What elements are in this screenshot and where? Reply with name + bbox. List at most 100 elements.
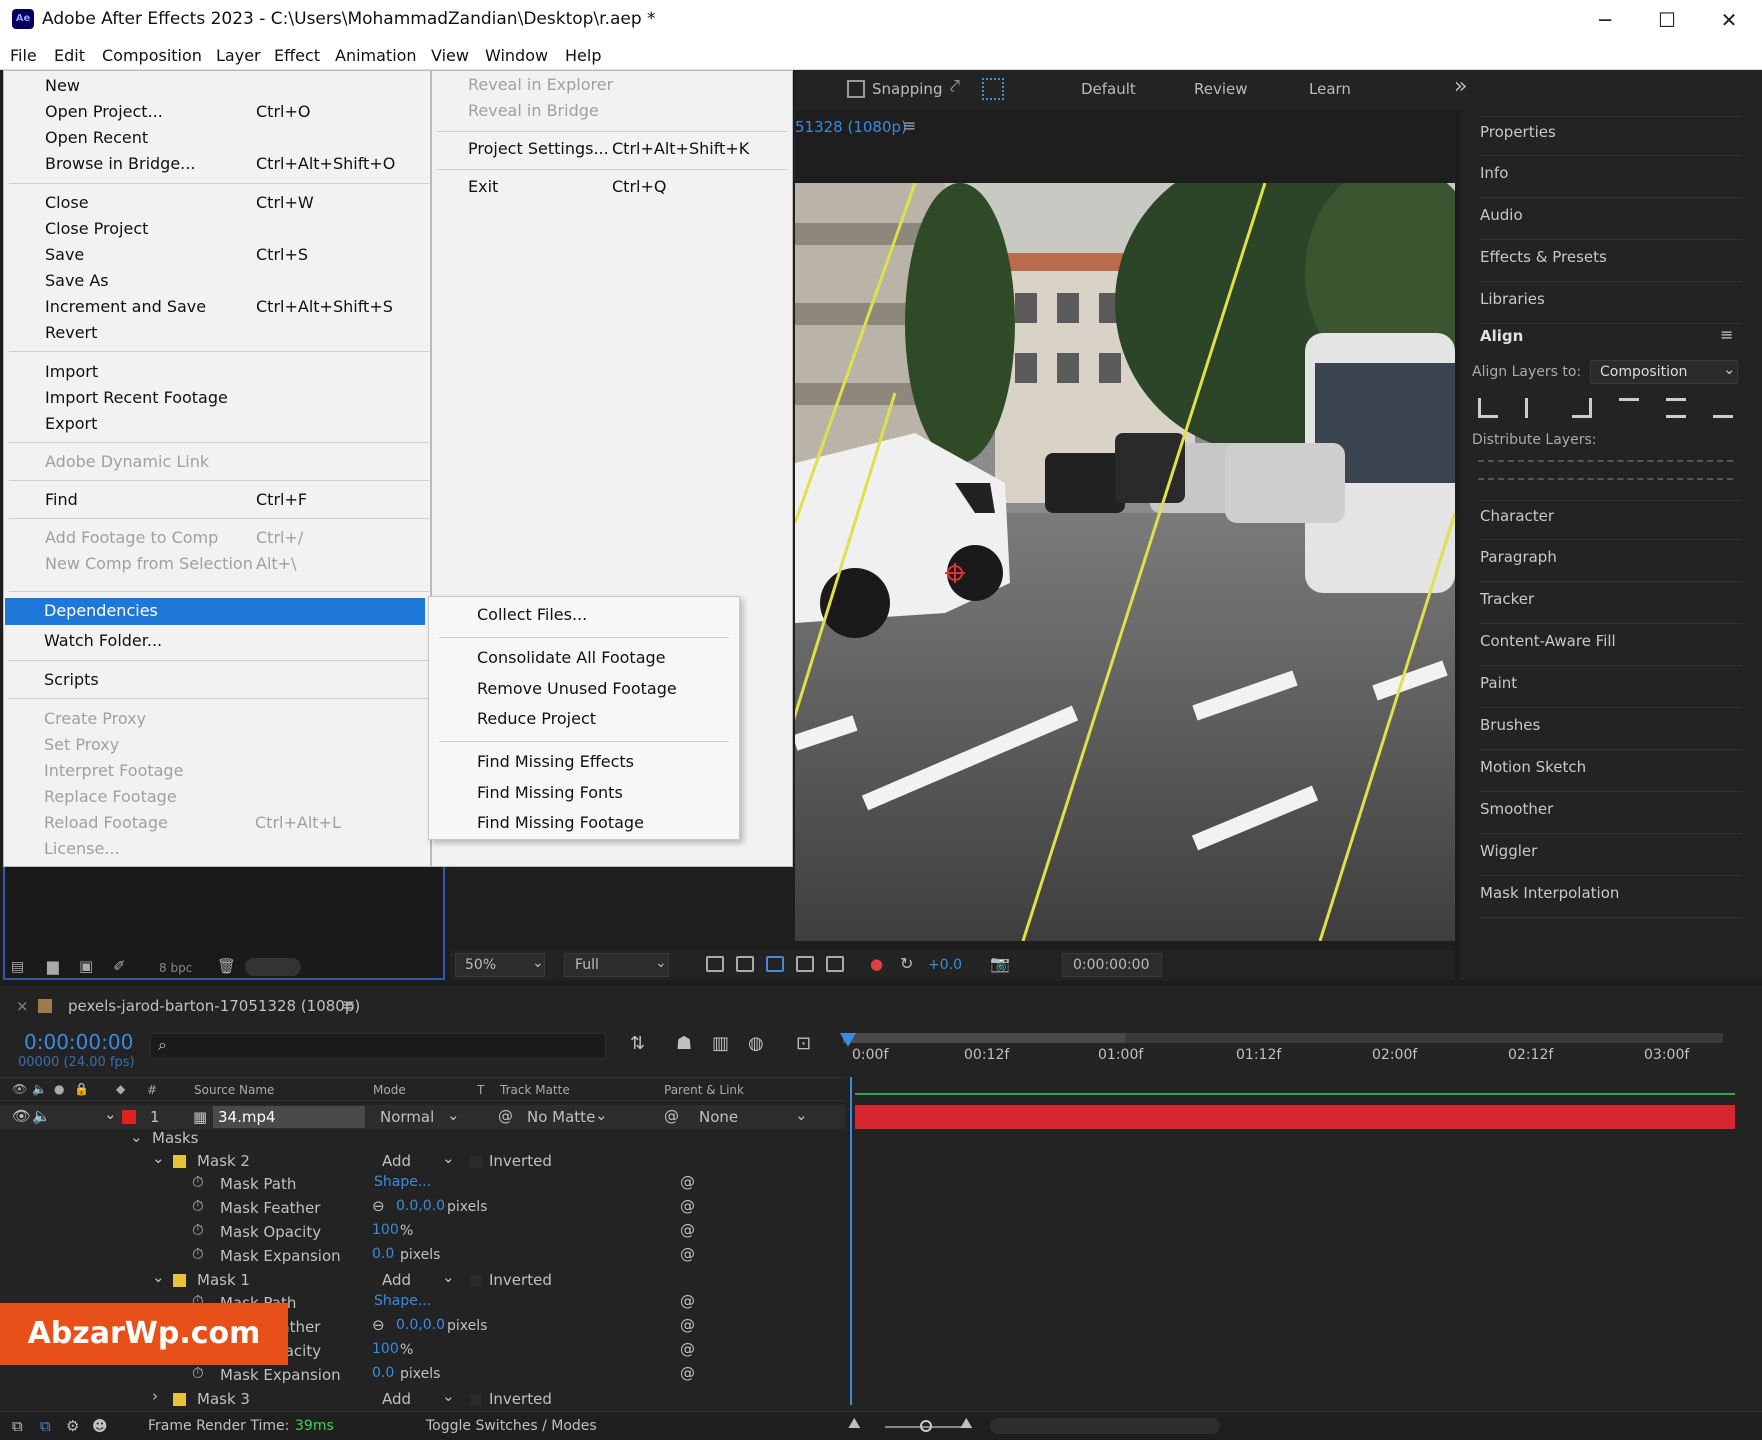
playhead-marker[interactable]: [840, 1033, 856, 1047]
mask-1-name[interactable]: Mask 1: [197, 1271, 250, 1289]
menu-item-watch-folder[interactable]: Watch Folder...: [3, 628, 427, 654]
panel-content-aware-fill[interactable]: Content-Aware Fill: [1480, 626, 1742, 666]
panel-audio[interactable]: Audio: [1480, 200, 1742, 240]
panel-menu-icon[interactable]: ≡: [903, 116, 916, 135]
project-settings-icon[interactable]: ✐: [113, 957, 126, 975]
lock-icon[interactable]: 🔒: [74, 1082, 89, 1096]
composition-tab[interactable]: 51328 (1080p): [795, 118, 907, 136]
chevron-right-icon[interactable]: ›: [152, 1387, 158, 1405]
menu-item-find[interactable]: Find Ctrl+F: [4, 487, 428, 513]
maximize-button[interactable]: ☐: [1642, 4, 1692, 36]
trash-icon[interactable]: 🗑: [217, 957, 236, 975]
composition-mini-flowchart-icon[interactable]: ⇅: [630, 1033, 645, 1054]
mask-2-name[interactable]: Mask 2: [197, 1152, 250, 1170]
layer-name[interactable]: 34.mp4: [218, 1108, 276, 1126]
comp-flowchart-icon[interactable]: ⧉: [12, 1417, 23, 1435]
panel-brushes[interactable]: Brushes: [1480, 710, 1742, 750]
menu-item-exit[interactable]: Exit: [468, 177, 498, 196]
menu-item-close-project[interactable]: Close Project: [4, 216, 428, 242]
submenu-remove-unused-footage[interactable]: Remove Unused Footage: [477, 679, 677, 698]
snapshot-camera-icon[interactable]: 📷: [990, 954, 1010, 973]
menu-item-dependencies[interactable]: Dependencies: [44, 601, 158, 620]
mask-1-path-value[interactable]: Shape...: [374, 1293, 431, 1309]
mask-1-expansion-value[interactable]: 0.0: [372, 1365, 394, 1381]
expression-pickwhip-icon[interactable]: @: [680, 1340, 695, 1358]
align-to-dropdown[interactable]: Composition: [1600, 364, 1687, 380]
color-channels-icon[interactable]: ●: [870, 955, 883, 973]
mask-2-path-value[interactable]: Shape...: [374, 1174, 431, 1190]
zoom-out-icon[interactable]: ⛰: [848, 1414, 861, 1432]
snapping-checkbox[interactable]: [847, 80, 865, 98]
panel-tracker[interactable]: Tracker: [1480, 584, 1742, 624]
menu-item-new[interactable]: New: [4, 73, 428, 99]
shy-icon[interactable]: ☻: [92, 1417, 108, 1435]
expression-pickwhip-icon[interactable]: @: [680, 1364, 695, 1382]
workspace-learn[interactable]: Learn: [1309, 80, 1351, 98]
menu-view[interactable]: View: [431, 46, 469, 65]
timeline-comp-tab[interactable]: pexels-jarod-barton-17051328 (1080p): [68, 997, 360, 1015]
parent-pickwhip-icon[interactable]: @: [664, 1107, 679, 1125]
layer-color-label[interactable]: [122, 1110, 136, 1124]
more-workspaces-icon[interactable]: »: [1454, 74, 1467, 99]
mask-3-mode-dropdown[interactable]: Add: [382, 1390, 411, 1408]
zoom-in-icon[interactable]: ⛰: [960, 1414, 973, 1432]
inverted-checkbox[interactable]: [470, 1275, 482, 1287]
mask-visibility-icon[interactable]: [766, 956, 784, 972]
parent-dropdown[interactable]: None: [699, 1108, 738, 1126]
menu-item-import-recent-footage[interactable]: Import Recent Footage: [4, 385, 428, 411]
menu-help[interactable]: Help: [565, 46, 601, 65]
panel-menu-icon[interactable]: ≡: [1720, 325, 1733, 344]
fast-preview-icon[interactable]: [706, 956, 724, 972]
menu-layer[interactable]: Layer: [216, 46, 261, 65]
panel-effects-presets[interactable]: Effects & Presets: [1480, 242, 1742, 282]
reset-exposure-icon[interactable]: ↻: [900, 954, 913, 973]
render-time-toggle-icon[interactable]: ⧉: [40, 1417, 51, 1435]
close-button[interactable]: ✕: [1704, 4, 1754, 36]
mask-3-name[interactable]: Mask 3: [197, 1390, 250, 1408]
chevron-down-icon[interactable]: ⌄: [152, 1149, 165, 1167]
close-tab-icon[interactable]: ×: [16, 997, 29, 1015]
header-source-name[interactable]: Source Name: [194, 1083, 274, 1097]
mask-1-opacity-value[interactable]: 100: [372, 1341, 399, 1357]
mask-color-swatch[interactable]: [173, 1393, 186, 1406]
menu-effect[interactable]: Effect: [274, 46, 320, 65]
layer-row[interactable]: 👁 🔈 ⌄ 1 ▦ 34.mp4 Normal ⌄ @ No Matte ⌄ @…: [0, 1105, 845, 1129]
inverted-checkbox[interactable]: [470, 1394, 482, 1406]
align-top-icon[interactable]: [1619, 398, 1639, 418]
menu-window[interactable]: Window: [485, 46, 548, 65]
transparency-grid-icon[interactable]: [736, 956, 754, 972]
mask-color-swatch[interactable]: [173, 1155, 186, 1168]
stopwatch-icon[interactable]: ⏱: [192, 1197, 204, 1215]
chevron-down-icon[interactable]: ⌄: [104, 1105, 117, 1123]
motion-blur-icon[interactable]: ⚙: [66, 1417, 79, 1435]
submenu-collect-files[interactable]: Collect Files...: [477, 605, 587, 624]
audio-icon[interactable]: 🔈: [32, 1082, 47, 1096]
eye-icon[interactable]: 👁: [12, 1107, 31, 1125]
constrain-link-icon[interactable]: ⊖: [372, 1316, 385, 1334]
expression-pickwhip-icon[interactable]: @: [680, 1316, 695, 1334]
work-area-bar[interactable]: [843, 1033, 1125, 1043]
interpret-footage-icon[interactable]: ▤: [11, 959, 24, 975]
graph-editor-icon[interactable]: ⊡: [796, 1033, 811, 1054]
panel-smoother[interactable]: Smoother: [1480, 794, 1742, 834]
mask-2-opacity-value[interactable]: 100: [372, 1222, 399, 1238]
mask-1-mode-dropdown[interactable]: Add: [382, 1271, 411, 1289]
mask-color-swatch[interactable]: [173, 1274, 186, 1287]
minimize-button[interactable]: ─: [1580, 4, 1630, 36]
mask-2-feather-value[interactable]: 0.0,0.0: [396, 1198, 445, 1214]
menu-item-browse-bridge[interactable]: Browse in Bridge... Ctrl+Alt+Shift+O: [4, 151, 428, 177]
stopwatch-icon[interactable]: ⏱: [192, 1173, 204, 1191]
zoom-slider-handle[interactable]: [920, 1420, 932, 1432]
color-depth-button[interactable]: 8 bpc: [159, 961, 192, 975]
snap-target-icon[interactable]: [982, 78, 1004, 100]
mask-1-feather-value[interactable]: 0.0,0.0: [396, 1317, 445, 1333]
expression-pickwhip-icon[interactable]: @: [680, 1292, 695, 1310]
stopwatch-icon[interactable]: ⏱: [192, 1245, 204, 1263]
layer-search-input[interactable]: [150, 1033, 606, 1059]
toggle-switches-modes-button[interactable]: Toggle Switches / Modes: [426, 1418, 597, 1434]
chevron-down-icon[interactable]: ⌄: [152, 1268, 165, 1286]
menu-item-export[interactable]: Export: [4, 411, 428, 437]
menu-item-project-settings[interactable]: Project Settings...: [468, 139, 609, 158]
menu-item-increment-save[interactable]: Increment and Save Ctrl+Alt+Shift+S: [4, 294, 428, 320]
workspace-default[interactable]: Default: [1081, 80, 1136, 98]
